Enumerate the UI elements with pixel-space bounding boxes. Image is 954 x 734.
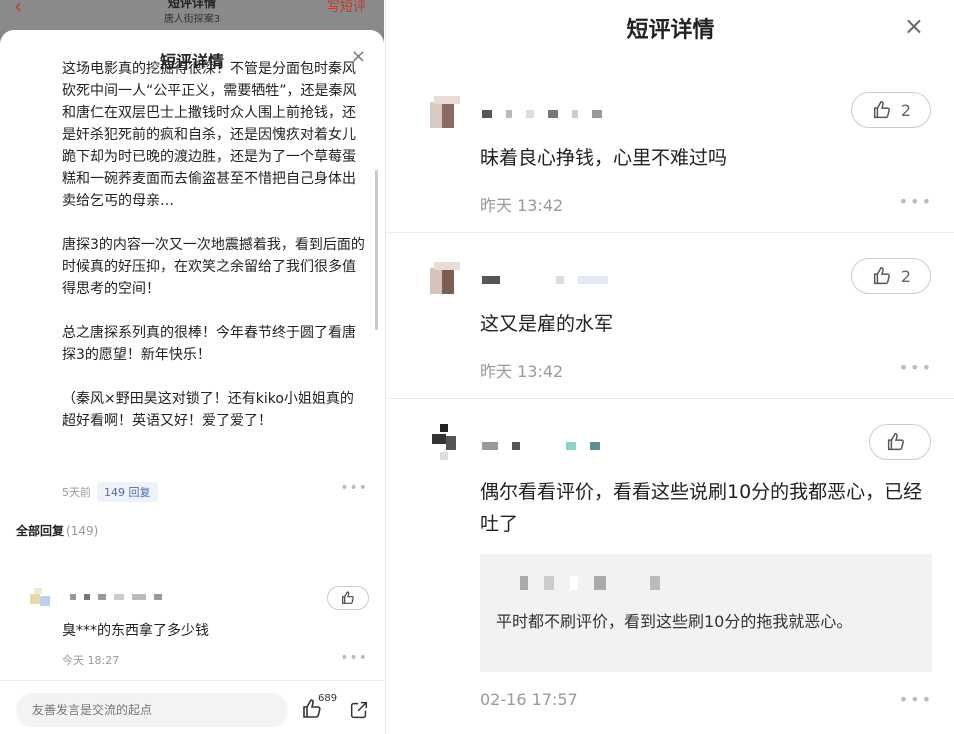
all-replies-header: 全部回复 (149) bbox=[16, 522, 98, 539]
like-count: 2 bbox=[900, 100, 912, 120]
blurred-username bbox=[482, 442, 600, 450]
more-dots-icon[interactable]: ••• bbox=[340, 650, 368, 666]
divider bbox=[386, 232, 954, 233]
comment-time: 昨天 13:42 bbox=[480, 362, 564, 381]
like-button[interactable]: 2 bbox=[851, 258, 931, 294]
comment-text: 昧着良心挣钱，心里不难过吗 bbox=[480, 147, 728, 169]
like-button[interactable] bbox=[327, 586, 369, 610]
blurred-username bbox=[482, 276, 608, 284]
thumbs-up-icon bbox=[342, 591, 354, 604]
more-dots-icon[interactable]: ••• bbox=[899, 690, 933, 709]
share-icon[interactable] bbox=[348, 699, 370, 721]
review-time: 5天前 bbox=[62, 486, 91, 499]
more-dots-icon[interactable]: ••• bbox=[340, 480, 368, 496]
avatar[interactable] bbox=[430, 424, 466, 460]
comment-time: 今天 18:27 bbox=[62, 654, 120, 667]
like-count: 2 bbox=[900, 266, 912, 286]
comment-text: 臭***的东西拿了多少钱 bbox=[62, 623, 209, 639]
thumbs-up-icon bbox=[873, 101, 890, 119]
bottom-bar: 689 bbox=[0, 680, 384, 734]
thumbs-up-icon bbox=[887, 433, 904, 451]
all-replies-count: (149) bbox=[66, 524, 99, 538]
write-review-button[interactable]: 写短评 bbox=[327, 0, 366, 15]
comment-time: 02-16 17:57 bbox=[480, 690, 578, 709]
more-dots-icon[interactable]: ••• bbox=[899, 358, 933, 377]
review-paragraph: 总之唐探系列真的很棒！今年春节终于圆了看唐探3的愿望！新年快乐！ bbox=[62, 325, 356, 363]
like-button[interactable]: 2 bbox=[851, 92, 931, 128]
like-count: 689 bbox=[318, 693, 338, 704]
review-body: 这场电影真的挖掘得很深！不管是分面包时秦风砍死中间一人“公平正义，需要牺牲”，还… bbox=[62, 58, 366, 454]
right-screenshot: 短评详情 × 2 昧着良心挣钱，心里不难过吗 昨天 13:42 ••• 2 这又… bbox=[385, 0, 954, 734]
avatar[interactable] bbox=[430, 96, 466, 132]
comment-time: 昨天 13:42 bbox=[480, 196, 564, 215]
left-screenshot: ‹ 短评详情 唐人街探案3 写短评 短评详情 × 这场电影真的挖掘得很深！不管是… bbox=[0, 0, 384, 734]
comment-text: 这又是雇的水军 bbox=[480, 313, 614, 335]
blurred-username bbox=[520, 576, 660, 590]
blurred-username bbox=[482, 110, 602, 118]
like-button[interactable] bbox=[869, 424, 931, 460]
scrollbar[interactable] bbox=[375, 170, 378, 330]
avatar[interactable] bbox=[30, 588, 52, 610]
reply-count-pill[interactable]: 149 回复 bbox=[97, 482, 158, 502]
divider bbox=[386, 398, 954, 399]
avatar[interactable] bbox=[430, 262, 466, 298]
thumbs-up-icon bbox=[873, 267, 890, 285]
review-paragraph: 这场电影真的挖掘得很深！不管是分面包时秦风砍死中间一人“公平正义，需要牺牲”，还… bbox=[62, 61, 357, 209]
review-paragraph: 唐探3的内容一次又一次地震撼着我，看到后面的时候真的好压抑，在欢笑之余留给了我们… bbox=[62, 237, 365, 297]
all-replies-label: 全部回复 bbox=[16, 524, 65, 538]
review-meta: 5天前 149 回复 bbox=[62, 482, 158, 502]
comment-text: 偶尔看看评价，看看这些说刷10分的我都恶心，已经吐了 bbox=[480, 481, 923, 535]
page-title: 短评详情 bbox=[626, 18, 715, 43]
close-icon[interactable]: × bbox=[904, 12, 924, 40]
quoted-text: 平时都不刷评价，看到这些刷10分的拖我就恶心。 bbox=[496, 612, 853, 631]
more-dots-icon[interactable]: ••• bbox=[899, 192, 933, 211]
comment-input[interactable] bbox=[16, 693, 288, 727]
movie-topbar: ‹ 短评详情 唐人街探案3 写短评 bbox=[0, 0, 384, 34]
quoted-comment[interactable]: 平时都不刷评价，看到这些刷10分的拖我就恶心。 bbox=[480, 554, 932, 672]
review-paragraph: （秦风×野田昊这对锁了！还有kiko小姐姐真的超好看啊！英语又好！爱了爱了！ bbox=[62, 391, 354, 429]
blurred-username bbox=[70, 594, 162, 600]
